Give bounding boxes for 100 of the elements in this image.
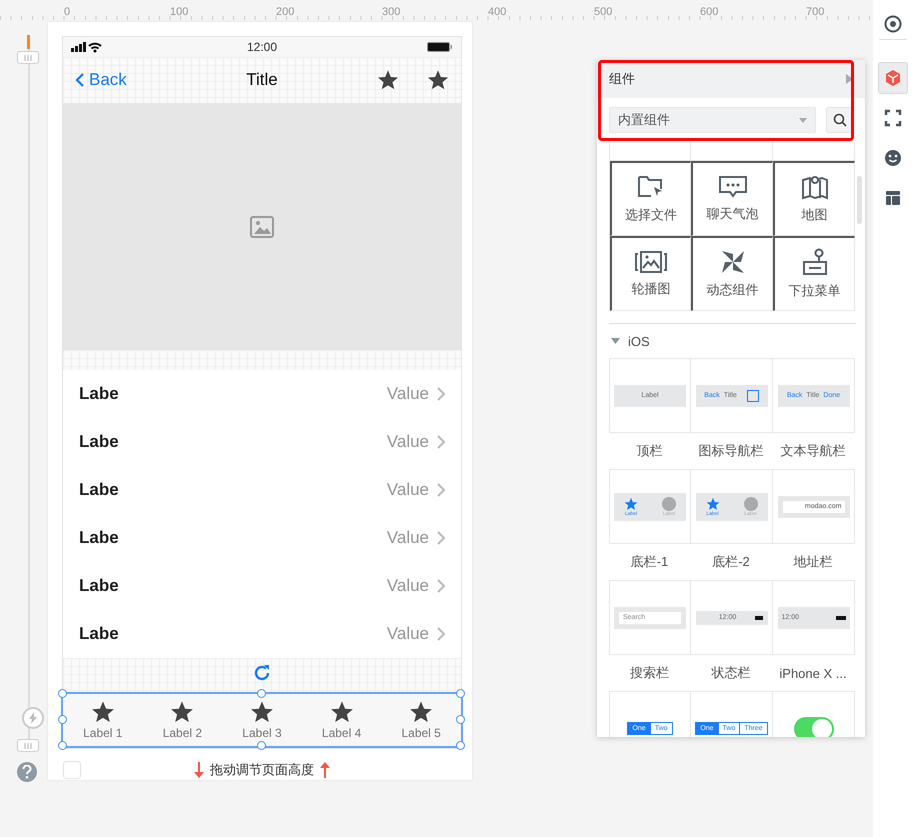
- tile-label: 状态栏: [710, 664, 752, 682]
- star-icon: [377, 69, 399, 91]
- caret-icon: [799, 118, 808, 122]
- pinwheel-icon: [720, 249, 746, 275]
- ruler-label: 500: [594, 5, 614, 20]
- resize-handle[interactable]: [456, 689, 465, 698]
- circle-icon: [744, 496, 758, 510]
- component-tile[interactable]: 动态组件: [691, 236, 773, 311]
- row-value: Value: [386, 432, 429, 452]
- section-header[interactable]: iOS: [609, 324, 656, 358]
- help-icon[interactable]: [17, 762, 37, 782]
- chevron-icon: [437, 579, 445, 593]
- checkbox[interactable]: [63, 761, 81, 779]
- row-value: Value: [386, 384, 429, 404]
- ruler-label: 300: [382, 5, 402, 20]
- resize-handle[interactable]: [58, 689, 67, 698]
- nav-title: Title: [246, 70, 278, 90]
- component-tile[interactable]: 聊天气泡: [691, 161, 773, 236]
- tile-label: 底栏-2: [711, 553, 751, 571]
- tile-label: 文本导航栏: [780, 442, 846, 460]
- signal-icon: [71, 41, 103, 53]
- expand-icon[interactable]: [846, 74, 853, 84]
- star-icon: [427, 69, 449, 91]
- row-label: Labe: [79, 528, 119, 548]
- layout-icon: [884, 189, 902, 207]
- lightning-icon[interactable]: [22, 707, 44, 729]
- row-value: Value: [386, 576, 429, 596]
- star-icon: [409, 700, 434, 724]
- search-icon: [832, 113, 847, 127]
- tile-label: 图标导航栏: [698, 442, 764, 460]
- folder-icon: [637, 174, 665, 200]
- scan-icon: [884, 109, 902, 127]
- resize-handle[interactable]: [257, 741, 266, 750]
- status-time: 12:00: [246, 40, 278, 54]
- tab-bar[interactable]: Label 1 Label 2 Label 3 Label 4 Label 5: [61, 692, 463, 748]
- star-icon: [624, 496, 638, 510]
- tab[interactable]: Label 2: [142, 694, 222, 746]
- drag-handle[interactable]: [17, 51, 39, 64]
- chevron-icon: [437, 627, 445, 641]
- tab[interactable]: Label 3: [222, 694, 302, 746]
- resize-handle[interactable]: [58, 741, 67, 750]
- tile-label: 顶栏: [636, 442, 664, 460]
- ruler-label: 400: [488, 5, 508, 20]
- tile-label: iPhone X ...: [778, 664, 848, 682]
- library-dropdown[interactable]: 内置组件: [609, 107, 816, 133]
- resize-handle[interactable]: [257, 689, 266, 698]
- component-tile[interactable]: 轮播图: [610, 236, 691, 311]
- search-button[interactable]: [826, 107, 853, 133]
- battery-icon: [427, 41, 453, 53]
- tab[interactable]: Label 1: [63, 694, 143, 746]
- row-label: Labe: [79, 480, 119, 500]
- row-label: Labe: [79, 432, 119, 452]
- row-value: Value: [386, 624, 429, 644]
- toolbar-button[interactable]: [878, 62, 908, 94]
- map-icon: [800, 174, 828, 200]
- row-label: Labe: [79, 576, 119, 596]
- ruler-label: 600: [700, 5, 720, 20]
- tile-label: 地址栏: [792, 553, 834, 571]
- component-tile[interactable]: 地图: [773, 161, 855, 236]
- image-icon: [250, 216, 274, 238]
- ruler-label: 0: [64, 5, 72, 20]
- ruler-label: 100: [170, 5, 190, 20]
- ruler-label: 200: [276, 5, 296, 20]
- component-tile[interactable]: 选择文件: [610, 161, 691, 236]
- row-label: Labe: [79, 624, 119, 644]
- circle-icon: [662, 496, 676, 510]
- panel-title: 组件: [609, 70, 635, 88]
- chevron-icon: [75, 72, 85, 88]
- tab[interactable]: Label 5: [381, 694, 461, 746]
- component-tile[interactable]: 下拉菜单: [773, 236, 855, 311]
- cube-icon: [884, 69, 902, 87]
- up-arrow-icon: [320, 762, 330, 778]
- star-icon: [330, 700, 354, 724]
- scrollbar-thumb[interactable]: [857, 176, 862, 224]
- down-arrow-icon: [194, 762, 204, 778]
- resize-handle[interactable]: [58, 715, 67, 724]
- chat-bubble-icon: [718, 175, 748, 199]
- chevron-icon: [437, 483, 445, 497]
- star-icon: [170, 700, 194, 724]
- ruler-label: 700: [806, 5, 826, 20]
- star-icon: [706, 496, 720, 510]
- refresh-icon[interactable]: [253, 664, 271, 682]
- tile-label: 搜索栏: [629, 664, 670, 682]
- resize-handle[interactable]: [456, 741, 465, 750]
- caret-icon: [611, 338, 620, 344]
- chevron-icon: [437, 531, 445, 545]
- chevron-icon: [437, 435, 445, 449]
- carousel-icon: [634, 250, 668, 274]
- row-value: Value: [386, 480, 429, 500]
- row-label: Labe: [79, 384, 119, 404]
- target-icon: [884, 15, 902, 33]
- tile-label: 底栏-1: [630, 553, 670, 571]
- row-value: Value: [386, 528, 429, 548]
- tab[interactable]: Label 4: [302, 694, 382, 746]
- star-icon: [90, 700, 115, 724]
- drag-handle[interactable]: [17, 739, 39, 752]
- back-button[interactable]: Back: [75, 70, 127, 90]
- resize-handle[interactable]: [456, 715, 465, 724]
- star-icon: [250, 700, 274, 724]
- resize-hint: 拖动调节页面高度: [210, 761, 314, 779]
